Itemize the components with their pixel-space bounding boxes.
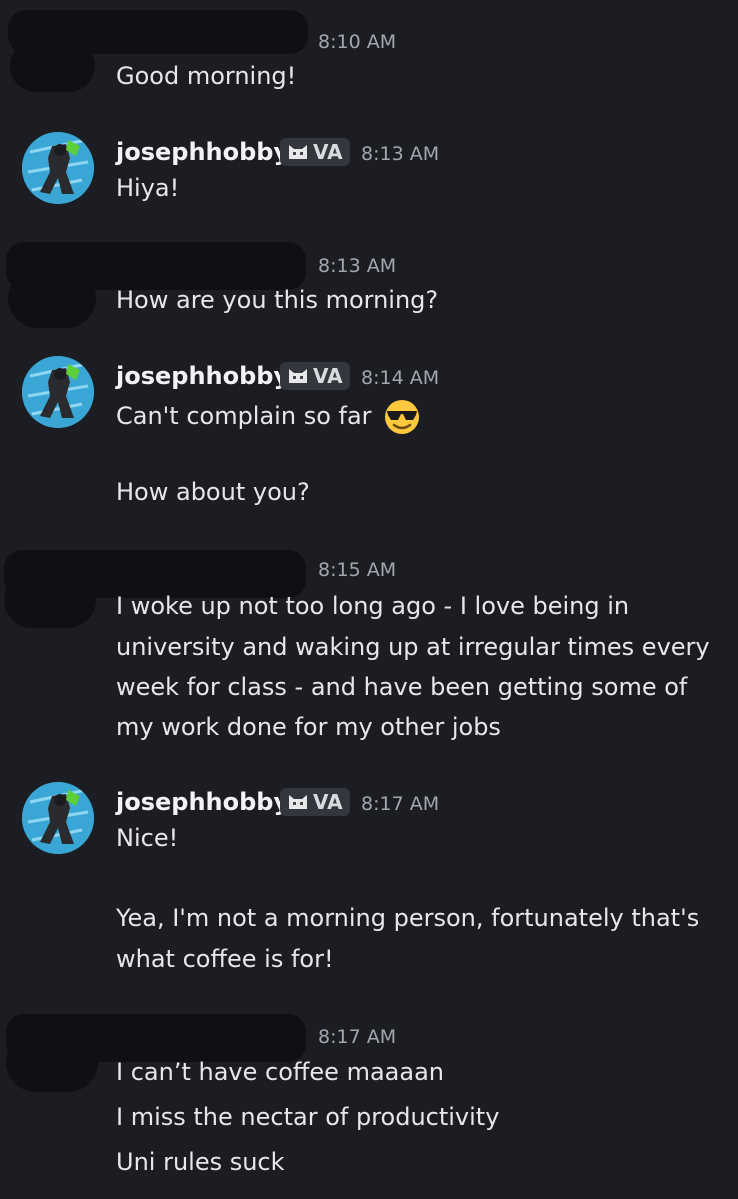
timestamp: 8:15 AM	[318, 559, 397, 581]
timestamp: 8:17 AM	[318, 1026, 397, 1048]
avatar[interactable]	[22, 356, 94, 428]
message-text: university and waking up at irregular ti…	[116, 633, 710, 661]
avatar[interactable]	[22, 782, 94, 854]
cat-icon	[289, 145, 307, 159]
message-text: I can’t have coffee maaaan	[116, 1058, 444, 1086]
message-text: Good morning!	[116, 62, 297, 90]
badge-label: VA	[313, 364, 343, 388]
badge-label: VA	[313, 140, 343, 164]
sunglasses-emoji-icon	[385, 400, 420, 434]
message-text: Hiya!	[116, 174, 180, 202]
redacted-avatar	[10, 40, 95, 92]
username[interactable]: josephhobby	[116, 138, 289, 166]
message-text: Nice!	[116, 824, 179, 852]
message-text: Yea, I'm not a morning person, fortunate…	[116, 904, 700, 932]
timestamp: 8:14 AM	[361, 367, 440, 389]
cat-icon	[289, 369, 307, 383]
avatar-image	[22, 132, 94, 204]
message-text: I miss the nectar of productivity	[116, 1103, 500, 1131]
avatar-image	[22, 356, 94, 428]
user-badge: VA	[280, 362, 350, 390]
redacted-avatar	[6, 1032, 98, 1092]
user-badge: VA	[280, 788, 350, 816]
avatar[interactable]	[22, 132, 94, 204]
timestamp: 8:17 AM	[361, 793, 440, 815]
timestamp: 8:13 AM	[318, 255, 397, 277]
avatar-image	[22, 782, 94, 854]
redacted-avatar	[4, 572, 96, 628]
message-text: Uni rules suck	[116, 1148, 285, 1176]
badge-label: VA	[313, 790, 343, 814]
message-text: How about you?	[116, 478, 310, 506]
message-text: my work done for my other jobs	[116, 713, 501, 741]
message-text: week for class - and have been getting s…	[116, 673, 688, 701]
timestamp: 8:10 AM	[318, 31, 397, 53]
message-text: what coffee is for!	[116, 945, 334, 973]
redacted-avatar	[8, 268, 96, 328]
message-text: I woke up not too long ago - I love bein…	[116, 592, 630, 620]
cat-icon	[289, 795, 307, 809]
username[interactable]: josephhobby	[116, 788, 289, 816]
username[interactable]: josephhobby	[116, 362, 289, 390]
timestamp: 8:13 AM	[361, 143, 440, 165]
user-badge: VA	[280, 138, 350, 166]
message-text: Can't complain so far	[116, 398, 421, 436]
message-text-content: Can't complain so far	[116, 402, 372, 430]
message-text: How are you this morning?	[116, 286, 439, 314]
